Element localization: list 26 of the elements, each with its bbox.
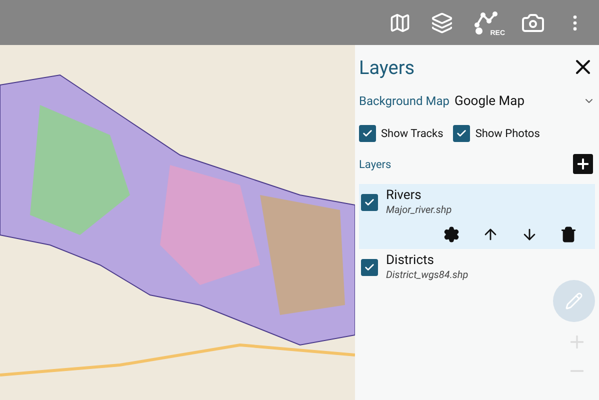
settings-icon[interactable]: [443, 226, 460, 243]
pencil-icon: [565, 292, 583, 310]
check-icon: [456, 128, 468, 138]
layer-item[interactable]: Districts District_wgs84.shp: [359, 249, 595, 287]
layer-file: Major_river.shp: [386, 205, 452, 216]
layers-icon[interactable]: [431, 12, 453, 34]
panel-title: Layers: [359, 56, 415, 78]
move-up-icon[interactable]: [482, 226, 499, 243]
check-icon: [364, 262, 375, 273]
add-layer-button[interactable]: [573, 154, 593, 174]
layer-name: Districts: [386, 253, 435, 268]
option-checkbox[interactable]: Show Tracks: [359, 124, 444, 142]
delete-icon[interactable]: [560, 226, 577, 243]
layers-heading: Layers: [359, 158, 392, 170]
map-icon[interactable]: [389, 12, 411, 34]
option-checkbox[interactable]: Show Photos: [453, 124, 540, 142]
layer-file: District_wgs84.shp: [386, 270, 468, 281]
check-icon: [364, 197, 375, 208]
check-icon: [362, 128, 373, 138]
background-map-dropdown[interactable]: Google Map: [450, 94, 595, 108]
layer-item[interactable]: Rivers Major_river.shp: [359, 184, 595, 249]
layer-name: Rivers: [386, 188, 422, 203]
layer-checkbox[interactable]: [361, 259, 378, 276]
background-map-label: Background Map: [359, 94, 450, 108]
move-down-icon[interactable]: [521, 226, 538, 243]
layer-checkbox[interactable]: [361, 194, 378, 211]
